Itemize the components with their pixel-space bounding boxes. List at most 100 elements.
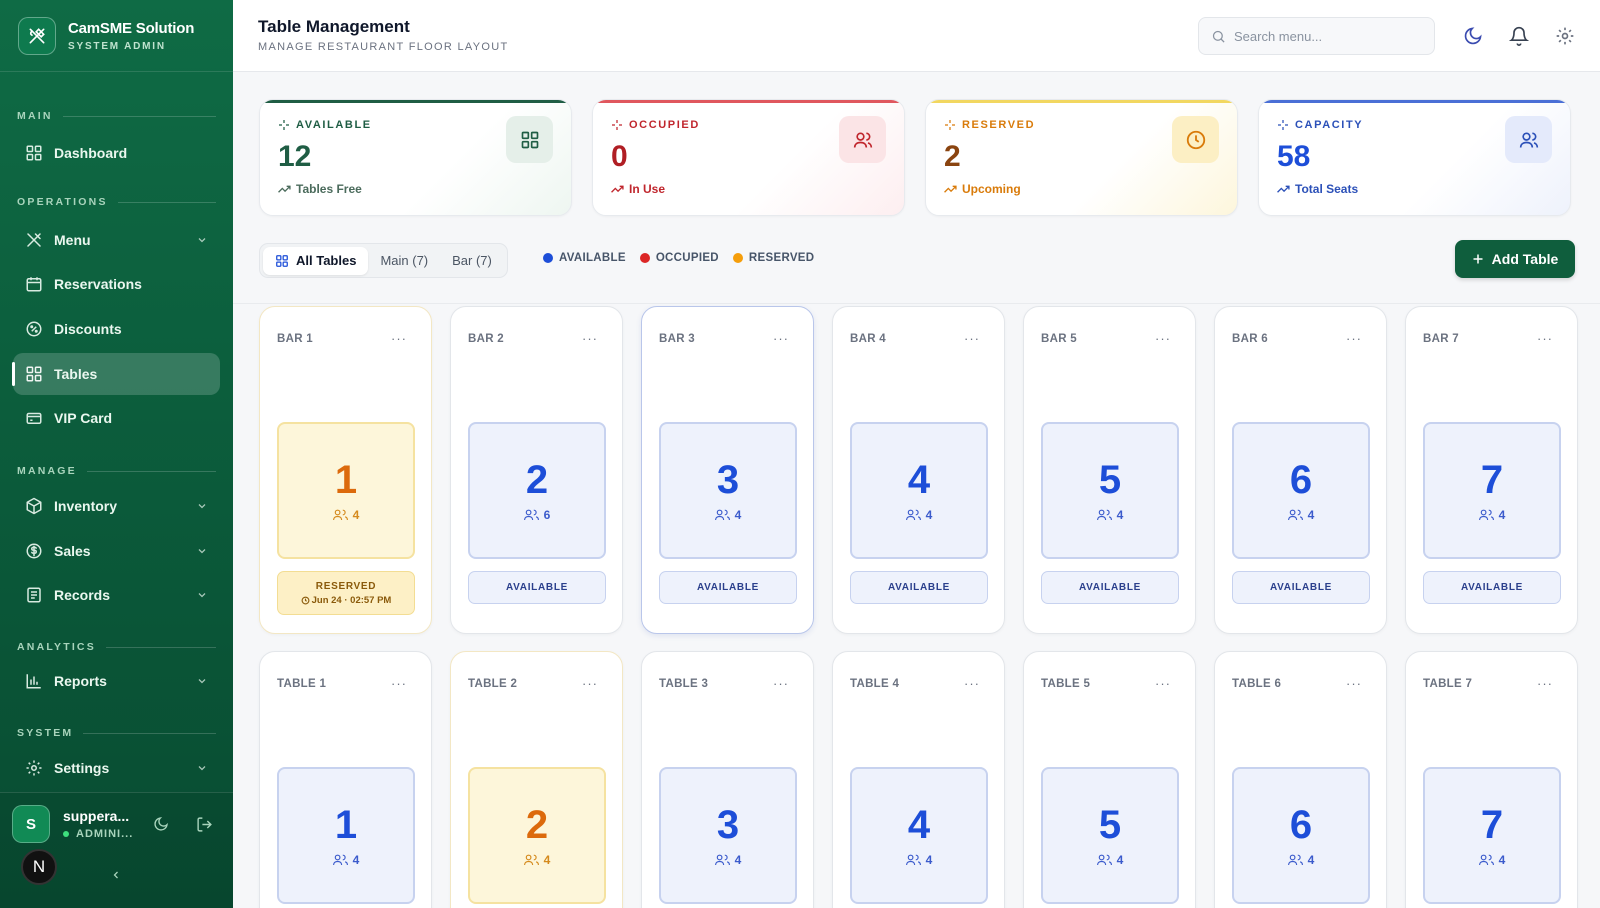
logout-icon[interactable]: [196, 816, 213, 833]
more-options-icon[interactable]: ···: [1155, 331, 1171, 346]
table-tile[interactable]: 24: [468, 767, 606, 904]
stat-label: RESERVED: [944, 119, 1035, 131]
sidebar-item-vip-card[interactable]: VIP Card: [13, 397, 220, 439]
records-icon: [27, 587, 41, 603]
table-number: 7: [1480, 802, 1504, 847]
moon-icon[interactable]: [1463, 26, 1483, 46]
sparkle-icon: [1278, 120, 1288, 130]
more-options-icon[interactable]: ···: [773, 676, 789, 691]
stat-value: 12: [278, 140, 312, 173]
seat-count: 4: [523, 853, 550, 867]
table-tile[interactable]: 14: [277, 767, 415, 904]
gear-icon[interactable]: [1555, 26, 1575, 46]
more-options-icon[interactable]: ···: [773, 331, 789, 346]
table-card[interactable]: TABLE 1 ··· 1 4: [259, 651, 432, 908]
sidebar-item-label: Tables: [54, 366, 98, 382]
table-card[interactable]: BAR 1 ··· 1 4 RESERVED Jun 24 · 02:57 PM: [259, 306, 432, 634]
tab-main[interactable]: Main (7): [368, 247, 440, 275]
more-options-icon[interactable]: ···: [1346, 331, 1362, 346]
table-card[interactable]: BAR 6 ··· 6 4 AVAILABLE: [1214, 306, 1387, 634]
stat-card-capacity: CAPACITY 58 Total Seats: [1258, 99, 1571, 216]
table-card[interactable]: BAR 7 ··· 7 4 AVAILABLE: [1405, 306, 1578, 634]
sidebar-item-dashboard[interactable]: Dashboard: [13, 132, 220, 174]
more-options-icon[interactable]: ···: [582, 676, 598, 691]
more-options-icon[interactable]: ···: [391, 331, 407, 346]
chevron-down-icon: [198, 504, 206, 509]
more-options-icon[interactable]: ···: [1537, 331, 1553, 346]
table-card[interactable]: BAR 4 ··· 4 4 AVAILABLE: [832, 306, 1005, 634]
add-table-button[interactable]: Add Table: [1455, 240, 1575, 278]
top-header: Table Management MANAGE RESTAURANT FLOOR…: [233, 0, 1600, 72]
table-number: 6: [1289, 802, 1313, 847]
sidebar-item-reports[interactable]: Reports: [13, 660, 220, 702]
search-input[interactable]: Search menu...: [1198, 17, 1435, 55]
table-card[interactable]: BAR 5 ··· 5 4 AVAILABLE: [1023, 306, 1196, 634]
tab-bar[interactable]: Bar (7): [440, 247, 504, 275]
table-tile[interactable]: 74: [1423, 422, 1561, 559]
seat-count: 6: [523, 508, 550, 522]
chevron-left-icon[interactable]: [110, 869, 122, 881]
table-card[interactable]: TABLE 4 ··· 4 4: [832, 651, 1005, 908]
table-tile[interactable]: 54: [1041, 422, 1179, 559]
tab-all-tables[interactable]: All Tables: [263, 246, 369, 275]
sidebar-item-settings[interactable]: Settings: [13, 747, 220, 789]
table-card[interactable]: BAR 2 ··· 2 6 AVAILABLE: [450, 306, 623, 634]
users-icon: [905, 509, 921, 521]
legend-occupied: OCCUPIED: [639, 252, 719, 264]
sparkle-icon: [945, 120, 955, 130]
stat-value: 58: [1277, 140, 1311, 173]
table-tile[interactable]: 44: [850, 767, 988, 904]
sidebar-item-menu[interactable]: Menu: [13, 219, 220, 261]
table-tile[interactable]: 34: [659, 422, 797, 559]
chevron-down-icon: [198, 766, 206, 771]
sidebar: CamSME Solution SYSTEM ADMIN MAIN Dashbo…: [0, 0, 233, 908]
user-role: ADMINI...: [63, 828, 133, 840]
sidebar-item-sales[interactable]: Sales: [13, 530, 220, 572]
table-card[interactable]: BAR 3 ··· 3 4 AVAILABLE: [641, 306, 814, 634]
more-options-icon[interactable]: ···: [964, 331, 980, 346]
table-number: 5: [1098, 457, 1122, 502]
gear-icon: [26, 760, 42, 776]
available-dot: [543, 253, 553, 263]
table-name: BAR 3: [659, 333, 696, 345]
more-options-icon[interactable]: ···: [391, 676, 407, 691]
sidebar-item-discounts[interactable]: Discounts: [13, 308, 220, 350]
more-options-icon[interactable]: ···: [1346, 676, 1362, 691]
table-card[interactable]: TABLE 7 ··· 7 4: [1405, 651, 1578, 908]
more-options-icon[interactable]: ···: [964, 676, 980, 691]
sidebar-item-inventory[interactable]: Inventory: [13, 485, 220, 527]
sidebar-item-tables[interactable]: Tables: [12, 353, 220, 395]
seat-count: 4: [905, 508, 932, 522]
users-icon: [1478, 854, 1494, 866]
table-tile[interactable]: 54: [1041, 767, 1179, 904]
clock-icon: [301, 596, 310, 605]
sidebar-item-records[interactable]: Records: [13, 574, 220, 616]
search-icon: [1212, 30, 1225, 43]
stat-foot: Total Seats: [1277, 182, 1358, 196]
user-name: suppera...: [63, 808, 130, 824]
bell-icon[interactable]: [1509, 26, 1529, 46]
table-card[interactable]: TABLE 6 ··· 6 4: [1214, 651, 1387, 908]
sidebar-item-reservations[interactable]: Reservations: [13, 263, 220, 305]
more-options-icon[interactable]: ···: [582, 331, 598, 346]
sparkle-icon: [612, 120, 622, 130]
table-card[interactable]: TABLE 2 ··· 2 4: [450, 651, 623, 908]
table-tile[interactable]: 44: [850, 422, 988, 559]
table-tile[interactable]: 64: [1232, 767, 1370, 904]
users-icon: [332, 854, 348, 866]
n-badge[interactable]: N: [21, 849, 57, 885]
table-card[interactable]: TABLE 3 ··· 3 4: [641, 651, 814, 908]
table-tile[interactable]: 74: [1423, 767, 1561, 904]
brand-subtitle: SYSTEM ADMIN: [68, 40, 166, 52]
moon-icon[interactable]: [153, 816, 169, 832]
trend-up-icon: [1277, 185, 1290, 193]
more-options-icon[interactable]: ···: [1155, 676, 1171, 691]
avatar[interactable]: S: [12, 805, 50, 843]
more-options-icon[interactable]: ···: [1537, 676, 1553, 691]
table-tile[interactable]: 64: [1232, 422, 1370, 559]
table-tile[interactable]: 34: [659, 767, 797, 904]
table-tile[interactable]: 26: [468, 422, 606, 559]
table-tile[interactable]: 14: [277, 422, 415, 559]
grid-icon: [26, 145, 42, 161]
table-card[interactable]: TABLE 5 ··· 5 4: [1023, 651, 1196, 908]
